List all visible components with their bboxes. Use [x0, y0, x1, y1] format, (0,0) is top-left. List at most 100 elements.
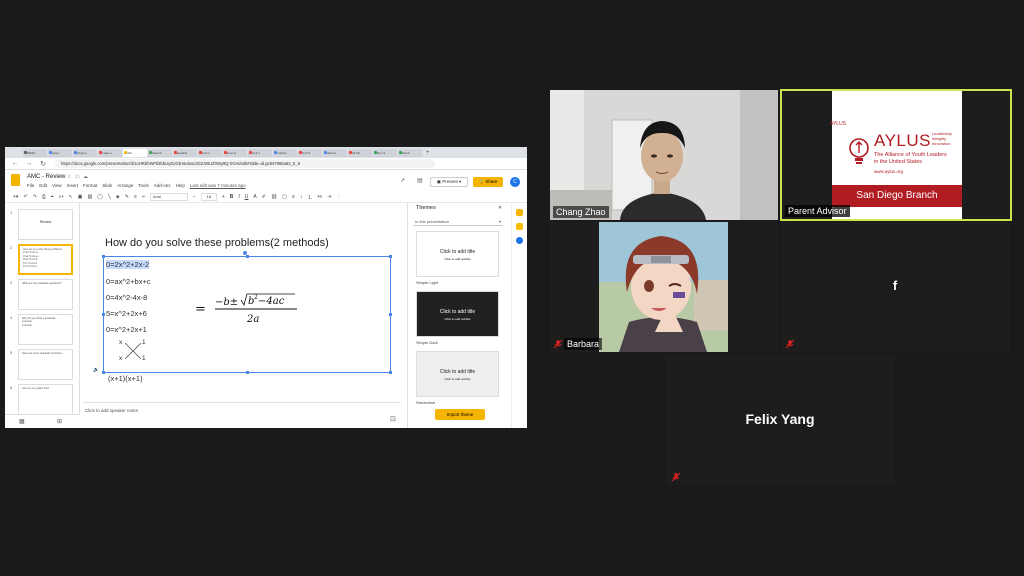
slide-thumbnail[interactable]: Review — [18, 209, 73, 240]
browser-tab[interactable]: How to — [223, 148, 247, 157]
browser-tab[interactable]: make e — [98, 148, 122, 157]
menu-item-arrange[interactable]: Arrange — [117, 183, 133, 188]
bullet-list-icon[interactable]: •≡ — [317, 194, 322, 200]
slide-thumbnail[interactable]: How do you graph this? — [18, 384, 73, 415]
grid-view-icon[interactable]: ⊞ — [57, 418, 62, 425]
resize-handle[interactable] — [102, 371, 105, 374]
align-icon[interactable]: ≡ — [292, 194, 295, 200]
browser-tab[interactable]: matrics — [273, 148, 297, 157]
browser-tab[interactable]: DESN — [23, 148, 47, 157]
document-title[interactable]: AMC - Review — [27, 174, 65, 180]
account-avatar[interactable]: C — [510, 177, 520, 187]
folder-icon[interactable]: ▭ — [75, 174, 80, 180]
add-icon[interactable]: +▾ — [13, 194, 18, 200]
line-icon[interactable]: ╲ — [108, 194, 111, 200]
textbox-icon[interactable]: ▣ — [78, 194, 83, 200]
numbered-list-icon[interactable]: ⒈ — [307, 194, 312, 201]
border-dash-icon[interactable]: ┅ — [142, 194, 145, 200]
speaker-icon[interactable]: 🔈 — [93, 367, 99, 373]
menu-item-insert[interactable]: Insert — [67, 183, 78, 188]
browser-tab[interactable]: 93 Mo — [348, 148, 372, 157]
comments-icon[interactable]: ▤ — [417, 177, 423, 184]
print-icon[interactable]: ⎙ — [42, 194, 46, 200]
border-weight-icon[interactable]: ≡ — [134, 194, 137, 200]
select-icon[interactable]: ↖ — [69, 194, 73, 200]
browser-tab[interactable]: quadrat — [173, 148, 197, 157]
themes-filter-select[interactable]: In this presentation ▾ — [413, 217, 503, 226]
star-icon[interactable]: ☆ — [67, 174, 71, 180]
browser-tab[interactable]: Electr — [398, 148, 422, 157]
bold-button[interactable]: B — [230, 194, 234, 200]
explore-icon[interactable]: ⊡ — [390, 415, 396, 423]
slide-thumbnail[interactable]: Here are some quadratic functions... — [18, 349, 73, 380]
menu-item-format[interactable]: Format — [83, 183, 97, 188]
resize-handle[interactable] — [389, 255, 392, 258]
browser-tab[interactable]: Unit 8 — [298, 148, 322, 157]
theme-card[interactable]: Click to add title Click to add subtitle — [416, 231, 499, 277]
menu-item-help[interactable]: Help — [176, 183, 185, 188]
calendar-icon[interactable] — [516, 223, 523, 230]
menu-item-tools[interactable]: Tools — [138, 183, 149, 188]
menu-item-edit[interactable]: Edit — [39, 183, 47, 188]
browser-tab[interactable]: Unit 1 — [198, 148, 222, 157]
participant-tile-barbara[interactable]: Barbara — [550, 222, 778, 352]
zoom-icon[interactable]: ⌕▾ — [59, 194, 64, 200]
share-button[interactable]: 🔒 Share — [473, 177, 503, 187]
slide-thumbnail[interactable]: Why do you think a quadratic... example ex… — [18, 314, 73, 345]
browser-tab[interactable]: Search — [148, 148, 172, 157]
equation-line[interactable]: 0=2x^2+2x-2 — [106, 260, 150, 269]
highlight-icon[interactable]: ✐ — [262, 194, 266, 200]
theme-card[interactable]: Click to add title Click to add subtitle — [416, 291, 499, 337]
last-edit-link[interactable]: Last edit was 7 minutes ago — [190, 183, 246, 188]
menu-item-add-ons[interactable]: Add-ons — [154, 183, 171, 188]
tasks-icon[interactable] — [516, 237, 523, 244]
decrease-size-icon[interactable]: − — [193, 194, 196, 200]
participant-tile-f[interactable]: f — [780, 222, 1010, 352]
slides-logo-icon[interactable] — [11, 174, 20, 186]
more-icon[interactable]: ⋮ — [336, 194, 341, 200]
redo-icon[interactable]: ↷ — [33, 194, 37, 200]
resize-handle[interactable] — [102, 313, 105, 316]
resize-handle[interactable] — [246, 255, 249, 258]
menu-item-file[interactable]: File — [27, 183, 34, 188]
url-input[interactable]: https://docs.google.com/presentation/d/1… — [55, 159, 435, 168]
resize-handle[interactable] — [102, 255, 105, 258]
reload-icon[interactable]: ↻ — [39, 160, 47, 168]
resize-handle[interactable] — [389, 313, 392, 316]
equation-line[interactable]: 5=x^2+2x+6 — [106, 309, 147, 318]
import-theme-button[interactable]: Import theme — [435, 409, 485, 420]
keep-icon[interactable] — [516, 209, 523, 216]
browser-tab[interactable]: quies — [48, 148, 72, 157]
activity-icon[interactable]: ↗ — [400, 177, 405, 184]
browser-tab[interactable]: Unit 1 — [248, 148, 272, 157]
resize-handle[interactable] — [246, 371, 249, 374]
shape-icon[interactable]: ◯ — [97, 194, 103, 200]
slide-canvas[interactable]: How do you solve these problems(2 method… — [83, 205, 398, 400]
back-icon[interactable]: ← — [11, 160, 19, 167]
browser-tab[interactable]: drama — [323, 148, 347, 157]
fill-color-icon[interactable]: ◈ — [116, 194, 120, 200]
text-color-icon[interactable]: A — [253, 194, 256, 200]
speaker-notes[interactable]: Click to add speaker notes — [83, 402, 401, 428]
quadratic-formula-image[interactable]: = −b± b 2 −4ac 2a — [195, 292, 305, 326]
underline-button[interactable]: U — [245, 194, 249, 200]
link-icon[interactable]: ⛓ — [271, 194, 277, 200]
line-spacing-icon[interactable]: ↕ — [300, 194, 303, 200]
paint-format-icon[interactable]: ⌖ — [51, 194, 54, 200]
filmstrip-view-icon[interactable]: ▦ — [19, 418, 25, 425]
italic-button[interactable]: I — [238, 194, 239, 200]
factored-result[interactable]: (x+1)(x+1) — [108, 374, 143, 383]
equation-line[interactable]: 0=4x^2-4x-8 — [106, 293, 147, 302]
menu-item-view[interactable]: View — [52, 183, 62, 188]
border-color-icon[interactable]: ✎ — [125, 194, 129, 200]
participant-tile-chang-zhao[interactable]: Chang Zhao — [550, 90, 778, 220]
equation-line[interactable]: 0=x^2+2x+1 — [106, 325, 147, 334]
participant-tile-parent-advisor[interactable]: AYLUS AYLUS Leadership Integrity Innovatio… — [780, 89, 1012, 221]
image-icon[interactable]: ▨ — [88, 194, 93, 200]
indent-icon[interactable]: ⇥ — [327, 194, 331, 200]
forward-icon[interactable]: → — [25, 160, 33, 167]
browser-tab[interactable]: AM — [123, 148, 147, 157]
slide-heading[interactable]: How do you solve these problems(2 method… — [105, 237, 329, 249]
new-tab-button[interactable]: + — [426, 150, 430, 156]
browser-tab[interactable]: what is — [73, 148, 97, 157]
